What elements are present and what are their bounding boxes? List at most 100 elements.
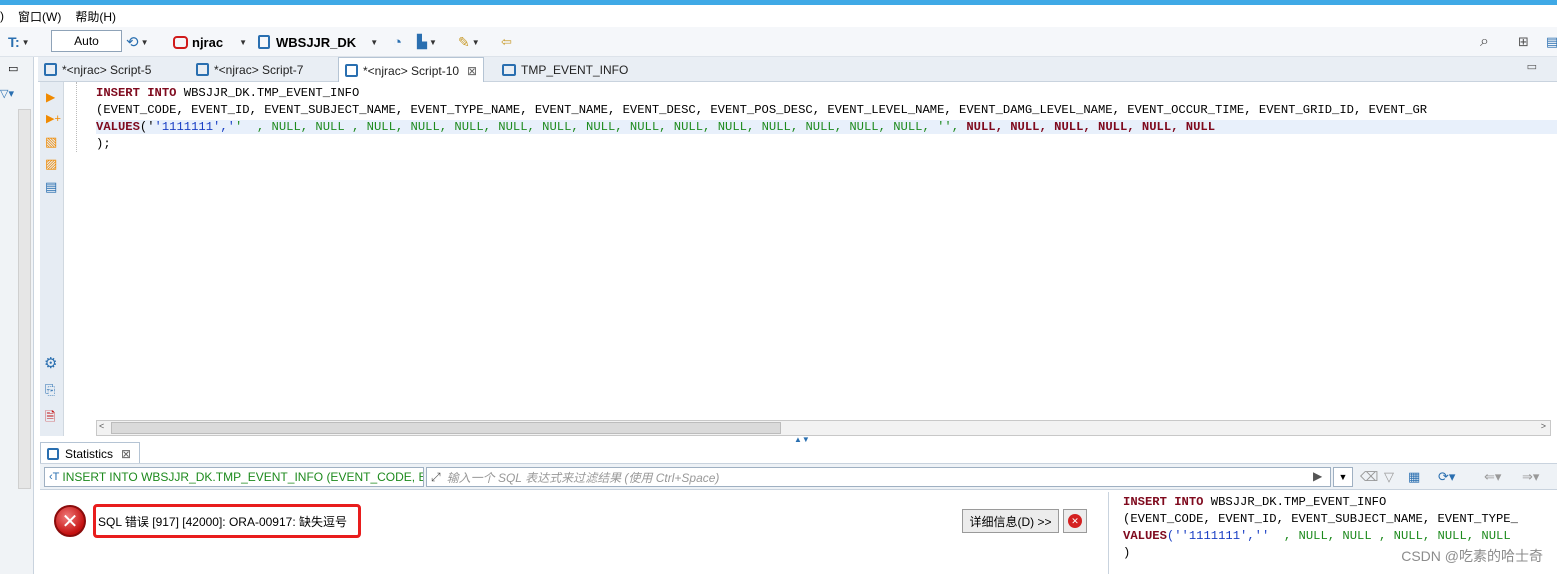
minimize-icon[interactable]: ▭ [1527, 60, 1537, 73]
schema-name: WBSJJR_DK [276, 34, 357, 50]
link-icon: ⇦ [501, 34, 512, 49]
transaction-mode-button[interactable]: T: ▼ [8, 31, 30, 53]
editor-line-3: VALUES(''1111111','' , NULL, NULL , NULL… [96, 120, 1557, 134]
search-button[interactable]: ⌕ [1480, 31, 1489, 53]
transaction-icon: T: [8, 34, 20, 50]
editor-horizontal-scrollbar[interactable]: < > [96, 420, 1551, 436]
menu-item-partial[interactable]: ) [0, 9, 4, 23]
history-icon: ⟲ [126, 34, 139, 51]
editor-line-2: (EVENT_CODE, EVENT_ID, EVENT_SUBJECT_NAM… [96, 103, 1428, 117]
error-log-icon: ✕ [1068, 514, 1082, 528]
filter-settings-icon[interactable]: ▦ [1408, 469, 1420, 485]
scroll-left-icon[interactable]: < [99, 421, 104, 431]
chevron-down-icon: ▼ [239, 37, 247, 47]
tab-tmp-event-info[interactable]: TMP_EVENT_INFO [496, 57, 634, 82]
editor-line-4: ); [96, 137, 111, 151]
scrollbar-thumb[interactable] [111, 422, 781, 434]
scroll-right-icon[interactable]: > [1541, 421, 1546, 431]
error-panel: ✕ SQL 错误 [917] [42000]: ORA-00917: 缺失逗号 … [40, 492, 1100, 574]
schema-selector[interactable]: WBSJJR_DK ▼ [258, 31, 378, 53]
sql-perspective-icon: ▤ [1546, 34, 1557, 49]
explain-plan-icon[interactable]: ▤ [45, 179, 57, 195]
watermark: CSDN @吃素的哈士奇 [1401, 548, 1543, 564]
menu-item-help[interactable]: 帮助(H) [75, 8, 116, 25]
chevron-down-icon: ▼ [429, 37, 437, 47]
query-line-2: (EVENT_CODE, EVENT_ID, EVENT_SUBJECT_NAM… [1123, 512, 1518, 526]
execute-statement-icon[interactable]: ▶ [46, 90, 55, 104]
connection-name: njrac [192, 34, 224, 50]
menu-bar: ) 窗口(W) 帮助(H) [0, 5, 1557, 27]
tab-label: TMP_EVENT_INFO [521, 62, 629, 77]
filter-icon[interactable]: ▽▾ [0, 87, 14, 100]
tab-script-7[interactable]: *<njrac> Script-7 [190, 57, 309, 82]
tools-button[interactable]: ▙ ▼ [417, 31, 437, 53]
editor-action-ruler: ▶ ▶+ ▧ ▨ ▤ ⚙ ⎘ 🗎 [40, 82, 64, 436]
history-button[interactable]: ⟲ ▼ [126, 31, 149, 53]
link-button[interactable]: ⇦ [501, 31, 512, 53]
tab-label: *<njrac> Script-7 [214, 62, 304, 77]
perspective-icon: ⊞ [1518, 34, 1529, 49]
sql-editor[interactable]: INSERT INTO WBSJJR_DK.TMP_EVENT_INFO (EV… [64, 82, 1557, 420]
filter-input[interactable]: ⤢ 输入一个 SQL 表达式来过滤结果 (使用 Ctrl+Space) [426, 467, 1331, 487]
search-icon: ⌕ [1480, 33, 1489, 50]
editor-tab-bar: *<njrac> Script-5 *<njrac> Script-7 *<nj… [38, 57, 1557, 83]
tab-script-10[interactable]: *<njrac> Script-10 ⊠ [338, 57, 485, 83]
table-icon [502, 63, 516, 76]
execute-new-tab-icon[interactable]: ▶+ [46, 112, 61, 125]
dashboard-button[interactable]: ◔ [393, 31, 402, 53]
perspective-sql-button[interactable]: ▤ [1546, 31, 1557, 53]
gear-icon[interactable]: ⚙ [44, 354, 57, 372]
apply-filter-icon[interactable]: ▶ [1313, 469, 1322, 483]
table-icon [47, 447, 59, 460]
execute-script-new-tab-icon[interactable]: ▨ [45, 156, 57, 172]
sql-icon: ‹T [49, 471, 60, 483]
tab-statistics[interactable]: Statistics ⊠ [40, 442, 140, 464]
forward-icon[interactable]: ⇒▾ [1522, 469, 1539, 485]
chevron-down-icon: ▼ [370, 37, 379, 47]
chevron-down-icon: ▼ [21, 37, 30, 47]
tab-script-5[interactable]: *<njrac> Script-5 [38, 57, 157, 82]
maximize-results-icon[interactable]: ▲▼ [794, 435, 810, 444]
refresh-icon[interactable]: ⟳▾ [1438, 469, 1455, 485]
perspective-button[interactable]: ⊞ [1518, 31, 1529, 53]
close-icon[interactable]: ⊠ [121, 447, 131, 461]
tools-icon: ▙ [417, 34, 427, 49]
query-line-3: VALUES(''1111111','' , NULL, NULL , NULL… [1123, 529, 1511, 543]
error-message: SQL 错误 [917] [42000]: ORA-00917: 缺失逗号 [93, 504, 361, 538]
execute-script-icon[interactable]: ▧ [45, 134, 57, 150]
minimize-icon[interactable]: ▭ [8, 62, 18, 75]
chevron-down-icon: ▼ [140, 37, 149, 47]
results-filter-bar: ‹T INSERT INTO WBSJJR_DK.TMP_EVENT_INFO (… [40, 463, 1557, 490]
details-button[interactable]: 详细信息(D) >> [962, 509, 1059, 533]
export-icon[interactable]: ⎘ [45, 382, 55, 398]
expand-icon: ⤢ [431, 469, 441, 484]
close-icon[interactable]: ⊠ [467, 64, 477, 78]
filter-icon[interactable]: ▽ [1384, 469, 1394, 485]
format-button[interactable]: ✎ ▼ [458, 31, 480, 53]
error-log-button[interactable]: ✕ [1063, 509, 1087, 533]
eraser-icon[interactable]: ⌫ [1360, 469, 1378, 485]
editor-line-1: INSERT INTO WBSJJR_DK.TMP_EVENT_INFO [96, 86, 360, 100]
database-icon [258, 35, 270, 49]
query-text-field[interactable]: ‹T INSERT INTO WBSJJR_DK.TMP_EVENT_INFO (… [44, 467, 424, 487]
menu-item-window[interactable]: 窗口(W) [18, 8, 61, 25]
gauge-icon: ◔ [393, 33, 403, 51]
tab-label: Statistics [65, 446, 114, 461]
tab-label: *<njrac> Script-5 [62, 62, 152, 77]
filter-history-dropdown[interactable]: ▼ [1333, 467, 1353, 487]
main-toolbar: T: ▼ Auto ⟲ ▼ njrac ▼ WBSJJR_DK ▼ ◔ ▙ ▼ ✎ ▼ … [0, 27, 1557, 57]
navigator-scrollbar[interactable] [18, 109, 31, 489]
query-line-4: ) [1123, 546, 1131, 560]
back-icon[interactable]: ⇐▾ [1484, 469, 1501, 485]
navigator-panel: ▭ ▽▾ [0, 57, 34, 574]
commit-mode-field[interactable]: Auto [51, 30, 122, 52]
chevron-down-icon: ▼ [471, 37, 480, 47]
indent-guide [76, 82, 77, 152]
script-icon [44, 63, 57, 76]
error-icon: ✕ [54, 505, 86, 537]
brush-icon: ✎ [458, 33, 470, 50]
script-icon [345, 64, 358, 77]
file-error-icon[interactable]: 🗎 [45, 408, 55, 430]
tab-label: *<njrac> Script-10 [363, 63, 460, 78]
connection-selector[interactable]: njrac ▼ [173, 31, 247, 53]
